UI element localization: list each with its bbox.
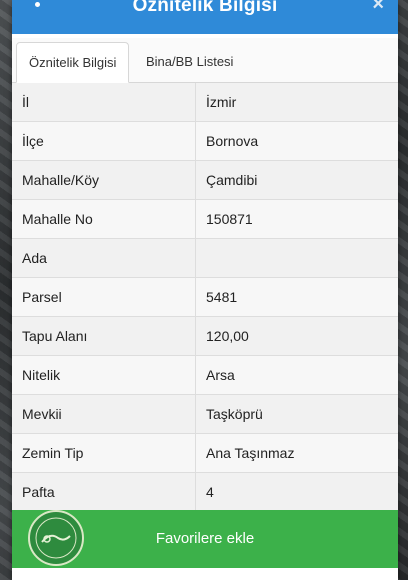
table-row: Mahalle No 150871: [12, 199, 398, 239]
attribute-key: Zemin Tip: [12, 433, 196, 473]
table-row: Parsel 5481: [12, 277, 398, 317]
dialog-header: Öznitelik Bilgisi ×: [12, 0, 398, 34]
attribute-key: Tapu Alanı: [12, 316, 196, 356]
dialog-title: Öznitelik Bilgisi: [132, 0, 278, 16]
attribute-key: Mevkii: [12, 394, 196, 434]
table-row: Ada: [12, 238, 398, 278]
table-row: Pafta 4: [12, 472, 398, 512]
key-emblem-icon: [35, 517, 77, 559]
attribute-key: İl: [12, 83, 196, 122]
attribute-value: İzmir: [195, 83, 398, 122]
attribute-table: İl İzmir İlçe Bornova Mahalle/Köy Çamdib…: [12, 83, 398, 512]
attribute-key: Parsel: [12, 277, 196, 317]
attribute-key: Mahalle No: [12, 199, 196, 239]
attribute-value: Bornova: [195, 121, 398, 161]
table-row: İlçe Bornova: [12, 121, 398, 161]
attribute-key: Nitelik: [12, 355, 196, 395]
attribute-key: İlçe: [12, 121, 196, 161]
attribute-value: Ana Taşınmaz: [195, 433, 398, 473]
table-row: Mevkii Taşköprü: [12, 394, 398, 434]
attribute-value: 120,00: [195, 316, 398, 356]
attribute-value: Çamdibi: [195, 160, 398, 200]
attribute-value: 150871: [195, 199, 398, 239]
attribute-value: [195, 238, 398, 278]
attribute-key: Ada: [12, 238, 196, 278]
attribute-value: 4: [195, 472, 398, 512]
table-row: Tapu Alanı 120,00: [12, 316, 398, 356]
attribute-value: Arsa: [195, 355, 398, 395]
tab-building-list[interactable]: Bina/BB Listesi: [134, 42, 245, 82]
table-row: Nitelik Arsa: [12, 355, 398, 395]
tab-attribute-info[interactable]: Öznitelik Bilgisi: [16, 42, 130, 83]
attribute-value: Taşköprü: [195, 394, 398, 434]
attribute-value: 5481: [195, 277, 398, 317]
attribute-key: Pafta: [12, 472, 196, 512]
tab-bar: Öznitelik Bilgisi Bina/BB Listesi: [12, 38, 398, 83]
table-row: Mahalle/Köy Çamdibi: [12, 160, 398, 200]
table-row: Zemin Tip Ana Taşınmaz: [12, 433, 398, 473]
table-row: İl İzmir: [12, 83, 398, 122]
close-icon[interactable]: ×: [372, 0, 384, 14]
watermark-logo: [28, 510, 84, 566]
attribute-key: Mahalle/Köy: [12, 160, 196, 200]
attribute-dialog: Öznitelik Bilgisi × Öznitelik Bilgisi Bi…: [12, 0, 398, 580]
